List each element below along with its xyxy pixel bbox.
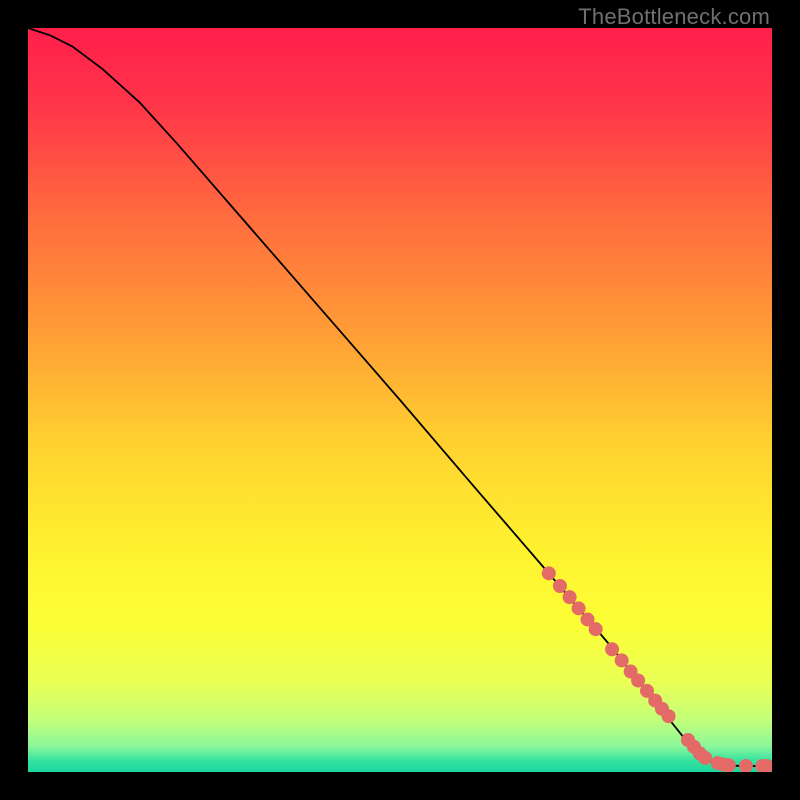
data-marker [553,579,567,593]
data-marker [542,566,556,580]
data-marker [722,758,736,772]
watermark-text: TheBottleneck.com [578,4,770,30]
data-marker [572,601,586,615]
plot-area [28,28,772,772]
data-marker [662,709,676,723]
chart-svg [28,28,772,772]
data-marker [615,653,629,667]
data-marker [563,590,577,604]
chart-frame: TheBottleneck.com [0,0,800,800]
data-marker [605,642,619,656]
data-marker [698,751,712,765]
data-marker [589,622,603,636]
